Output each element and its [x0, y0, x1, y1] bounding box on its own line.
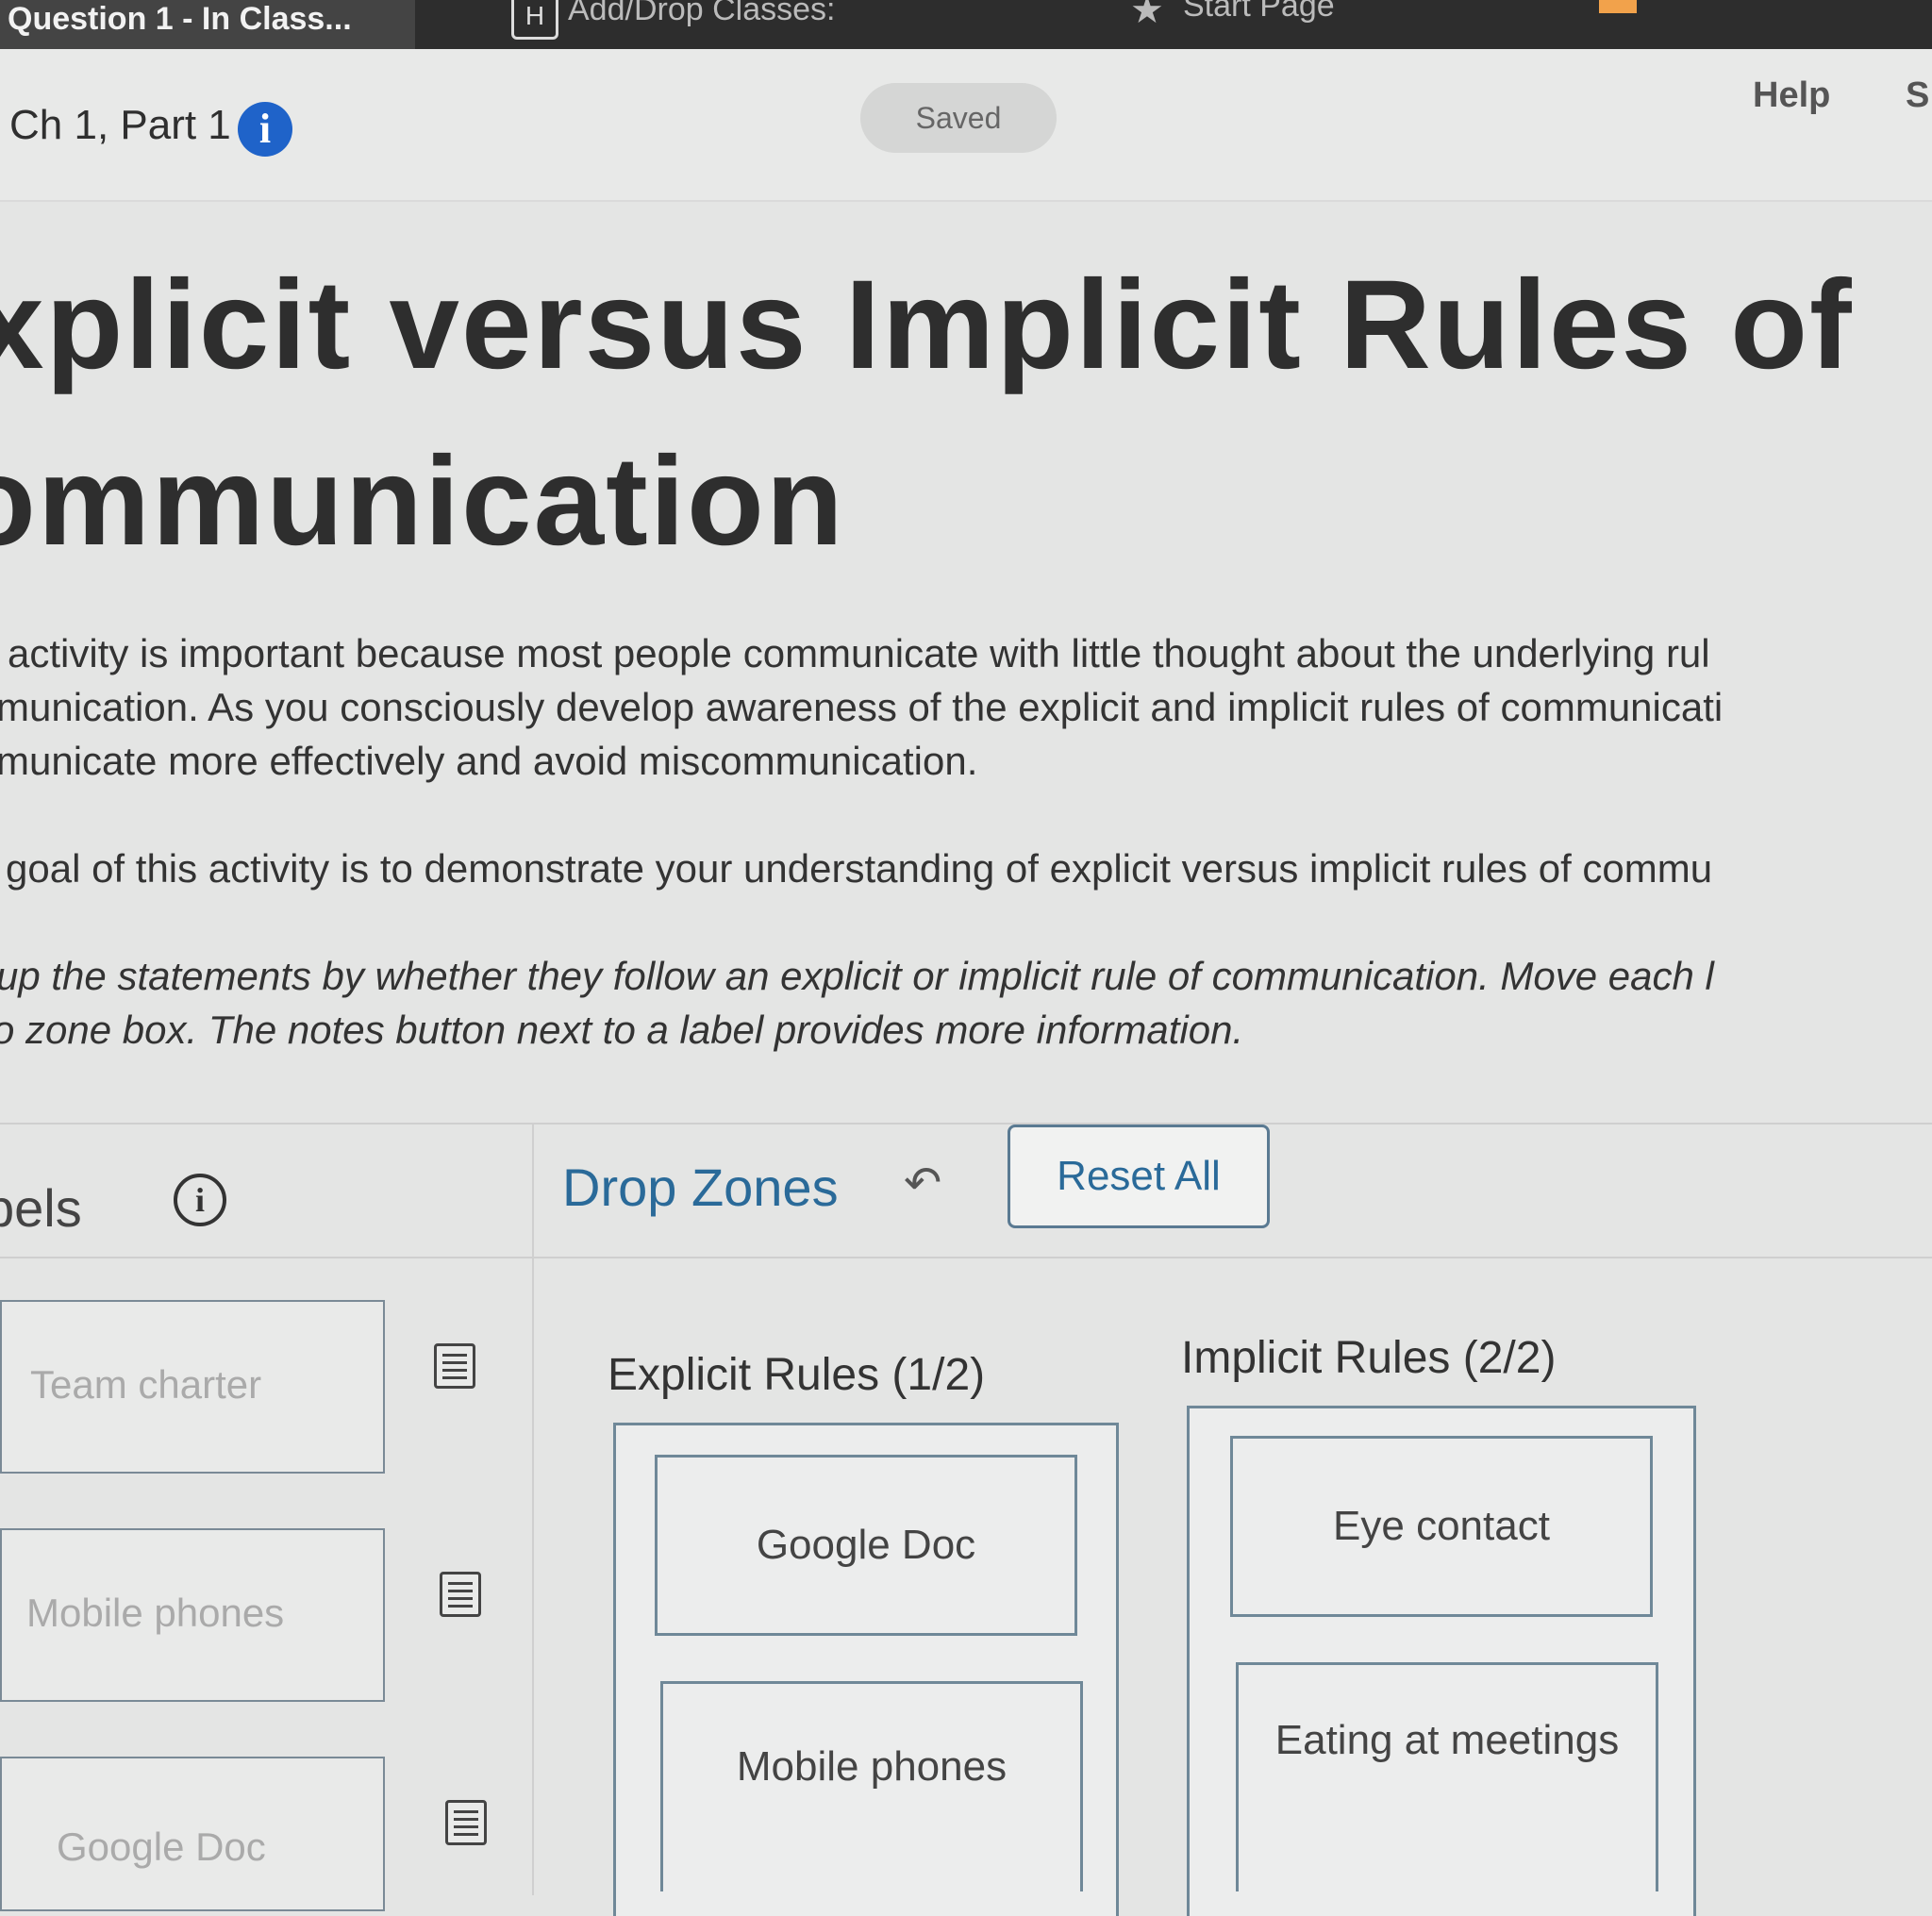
h-badge-icon: H: [511, 0, 558, 40]
label-text: Team charter: [30, 1362, 262, 1407]
star-icon: ★: [1130, 0, 1164, 31]
notes-icon[interactable]: [440, 1572, 481, 1617]
info-icon[interactable]: i: [174, 1174, 226, 1226]
reset-all-button[interactable]: Reset All: [1008, 1125, 1270, 1228]
drop-zones-heading: Drop Zones: [562, 1158, 839, 1217]
implicit-rules-title: Implicit Rules (2/2): [1181, 1333, 1557, 1383]
intro-paragraph-line: municate more effectively and avoid misc…: [0, 739, 978, 783]
tab-label: Question 1 - In Class...: [8, 1, 352, 37]
goal-paragraph: goal of this activity is to demonstrate …: [6, 846, 1713, 891]
undo-icon[interactable]: ↶: [904, 1157, 941, 1209]
page-title-line-2: ommunication: [0, 431, 845, 572]
page-title-line-1: xplicit versus Implicit Rules of: [0, 255, 1854, 395]
tab-favicon: [1599, 0, 1637, 13]
info-icon[interactable]: i: [238, 102, 292, 157]
tab-add-drop-classes[interactable]: Add/Drop Classes:: [568, 0, 835, 28]
notes-icon[interactable]: [434, 1343, 475, 1389]
instructions-line: up the statements by whether they follow…: [0, 954, 1714, 998]
label-card-mobile-phones[interactable]: Mobile phones: [0, 1528, 385, 1702]
label-text: Google Doc: [57, 1824, 266, 1869]
saved-status-badge: Saved: [860, 83, 1057, 153]
tab-start-page[interactable]: Start Page: [1183, 0, 1335, 25]
intro-paragraph-line: activity is important because most peopl…: [8, 631, 1710, 675]
help-link[interactable]: Help: [1753, 75, 1830, 116]
placed-label-eye-contact[interactable]: Eye contact: [1230, 1436, 1653, 1617]
assignment-title: Ch 1, Part 1: [9, 102, 231, 148]
placed-label-google-doc[interactable]: Google Doc: [655, 1455, 1077, 1636]
header-link-s[interactable]: S: [1906, 75, 1929, 116]
notes-icon[interactable]: [445, 1800, 487, 1845]
explicit-rules-title: Explicit Rules (1/2): [608, 1350, 986, 1400]
divider: [0, 1123, 1932, 1125]
column-divider: [532, 1125, 534, 1895]
intro-paragraph-line: munication. As you consciously develop a…: [0, 685, 1724, 729]
labels-heading: bels: [0, 1178, 82, 1238]
label-card-team-charter[interactable]: Team charter: [0, 1300, 385, 1474]
placed-label-mobile-phones[interactable]: Mobile phones: [660, 1681, 1083, 1891]
instructions-line: o zone box. The notes button next to a l…: [0, 1008, 1244, 1052]
label-card-google-doc[interactable]: Google Doc: [0, 1757, 385, 1911]
placed-label-eating-at-meetings[interactable]: Eating at meetings: [1236, 1662, 1658, 1891]
label-text: Mobile phones: [26, 1591, 285, 1635]
divider: [0, 1257, 1932, 1258]
